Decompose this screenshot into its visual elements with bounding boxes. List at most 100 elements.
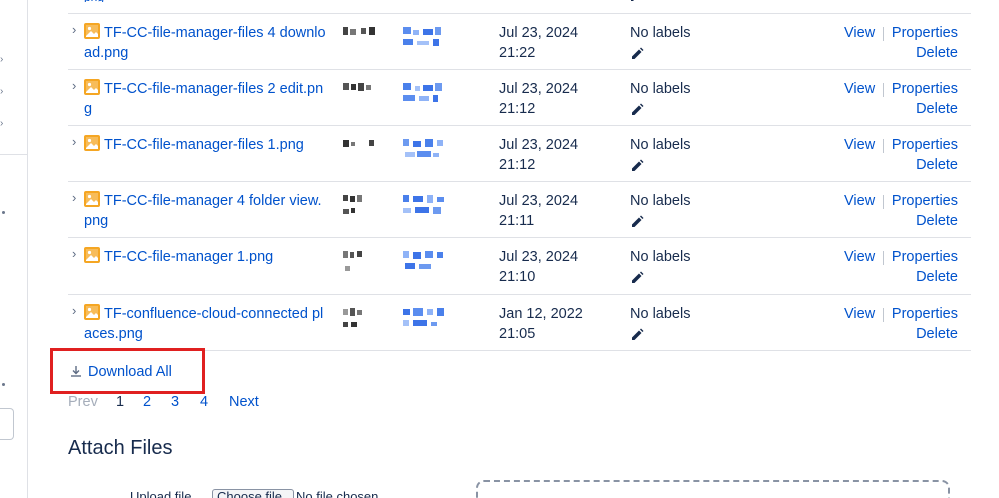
sidebar-input-edge[interactable] (0, 408, 14, 440)
labels-text: No labels (630, 25, 691, 41)
chevron-right-icon[interactable]: › (72, 247, 82, 260)
no-file-chosen-text: No file chosen (296, 489, 379, 498)
labels-text: No labels (630, 137, 691, 153)
pencil-icon[interactable] (630, 47, 644, 61)
pagination-page-2[interactable]: 2 (143, 392, 151, 412)
properties-link[interactable]: Properties (892, 304, 958, 324)
attachment-date: Jan 12, 2022 21:05 (499, 304, 583, 344)
labels-text: No labels (630, 81, 691, 97)
author-name[interactable] (403, 195, 448, 225)
chevron-right-icon[interactable]: › (72, 191, 82, 204)
sidebar-dot (2, 383, 5, 386)
delete-link[interactable]: Delete (916, 324, 958, 344)
labels-text: No labels (630, 193, 691, 209)
labels-text: No labels (630, 249, 691, 265)
pencil-icon[interactable] (630, 103, 644, 117)
chevron-right-icon[interactable]: › (72, 23, 82, 36)
delete-link[interactable]: Delete (916, 211, 958, 231)
delete-link[interactable]: Delete (916, 99, 958, 119)
author-avatar (343, 195, 362, 214)
pagination-page-3[interactable]: 3 (171, 392, 179, 412)
action-separator (883, 308, 884, 322)
time-text: 21:22 (499, 45, 536, 61)
chevron-right-icon[interactable]: › (72, 304, 82, 317)
attachment-file-name[interactable]: TF-CC-file-manager-files 4 download.png (84, 23, 326, 63)
attachment-file-name[interactable]: TF-CC-file-manager 1.png (84, 247, 326, 267)
action-separator (883, 139, 884, 153)
date-text: Jul 23, 2024 (499, 81, 579, 97)
pagination-prev: Prev (68, 394, 98, 410)
attachment-date: Jul 23, 2024 21:12 (499, 79, 578, 119)
download-all-label: Download All (88, 364, 172, 380)
properties-link[interactable]: Properties (892, 135, 958, 155)
time-text: 21:11 (499, 213, 535, 229)
action-separator (883, 251, 884, 265)
delete-link[interactable]: Delete (916, 43, 958, 63)
download-all-button[interactable]: Download All (70, 362, 172, 382)
view-link[interactable]: View (844, 191, 875, 211)
attach-files-heading: Attach Files (68, 437, 173, 459)
date-text: Jul 23, 2024 (499, 193, 579, 209)
attachment-date: Jul 23, 2024 21:22 (499, 23, 578, 63)
pencil-icon[interactable] (630, 271, 644, 285)
choose-file-button[interactable]: Choose file (212, 489, 294, 498)
view-link[interactable]: View (844, 79, 875, 99)
action-separator (883, 83, 884, 97)
time-text: 21:12 (499, 157, 536, 173)
pencil-icon[interactable] (630, 0, 640, 2)
attachment-file-name[interactable]: TF-CC-file-manager-files 2 edit.png (84, 79, 326, 119)
properties-link[interactable]: Properties (892, 247, 958, 267)
attachment-row: › TF-CC-file-manager 4 folder view.png J… (68, 181, 971, 237)
author-name[interactable] (403, 251, 448, 281)
left-sidebar-edge: › › › (0, 0, 28, 498)
delete-link[interactable]: Delete (916, 155, 958, 175)
pencil-icon[interactable] (630, 215, 644, 229)
delete-link[interactable]: Delete (916, 267, 958, 287)
view-link[interactable]: View (844, 135, 875, 155)
author-name[interactable] (403, 27, 448, 57)
pagination-current-page: 1 (116, 394, 125, 410)
author-name[interactable] (403, 139, 448, 169)
author-avatar (343, 251, 362, 271)
previous-row-name-tail[interactable]: png (84, 0, 114, 2)
chevron-right-icon[interactable]: › (0, 119, 8, 129)
author-avatar (343, 308, 362, 327)
attachment-date: Jul 23, 2024 21:10 (499, 247, 578, 287)
download-icon (71, 366, 81, 377)
pagination-next[interactable]: Next (229, 392, 259, 412)
action-separator (883, 195, 884, 209)
attachment-file-name[interactable]: TF-CC-file-manager 4 folder view.png (84, 191, 326, 231)
pencil-icon[interactable] (630, 159, 644, 173)
chevron-right-icon[interactable]: › (0, 87, 8, 97)
sidebar-divider (0, 154, 27, 155)
attachment-row: › TF-CC-file-manager 1.png Jul 23, 2024 2… (68, 237, 971, 293)
author-avatar (343, 83, 371, 91)
pencil-icon[interactable] (630, 328, 644, 342)
sidebar-dot (2, 211, 5, 214)
view-link[interactable]: View (844, 304, 875, 324)
properties-link[interactable]: Properties (892, 191, 958, 211)
date-text: Jul 23, 2024 (499, 249, 579, 265)
time-text: 21:10 (499, 269, 536, 285)
author-name[interactable] (403, 83, 448, 113)
attachment-row: › TF-CC-file-manager-files 4 download.pn… (68, 13, 971, 69)
properties-link[interactable]: Properties (892, 79, 958, 99)
pagination-page-4[interactable]: 4 (200, 392, 208, 412)
author-name[interactable] (403, 308, 448, 338)
chevron-right-icon[interactable]: › (72, 79, 82, 92)
date-text: Jul 23, 2024 (499, 25, 579, 41)
view-link[interactable]: View (844, 23, 875, 43)
time-text: 21:12 (499, 101, 536, 117)
file-drop-zone[interactable] (476, 480, 950, 498)
chevron-right-icon[interactable]: › (0, 55, 8, 65)
time-text: 21:05 (499, 326, 536, 342)
chevron-right-icon[interactable]: › (72, 135, 82, 148)
attachment-row: › TF-CC-file-manager-files 1.png Jul 23,… (68, 125, 971, 181)
author-avatar (343, 27, 375, 35)
attachment-file-name[interactable]: TF-CC-file-manager-files 1.png (84, 135, 326, 155)
view-link[interactable]: View (844, 247, 875, 267)
attachment-file-name[interactable]: TF-confluence-cloud-connected places.png (84, 304, 326, 344)
date-text: Jan 12, 2022 (499, 306, 583, 322)
labels-text: No labels (630, 306, 691, 322)
properties-link[interactable]: Properties (892, 23, 958, 43)
